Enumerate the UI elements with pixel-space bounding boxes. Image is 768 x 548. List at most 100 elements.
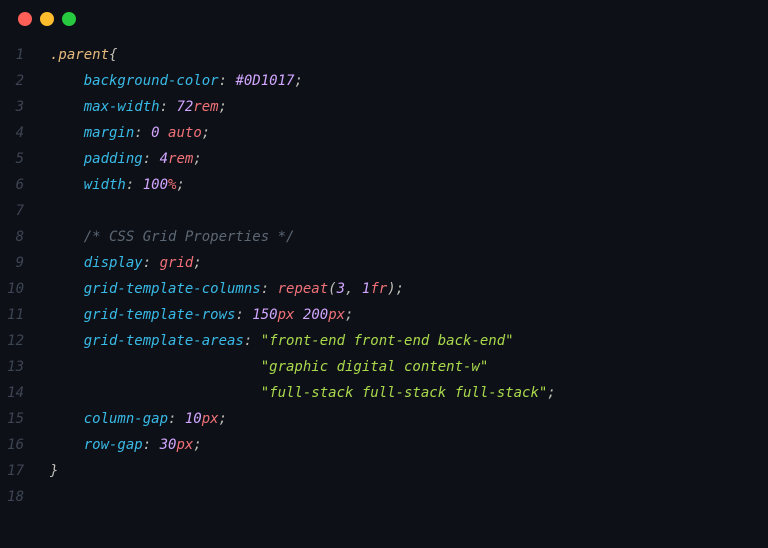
code-line: padding: 4rem; (50, 146, 768, 172)
token-punc: : (261, 281, 278, 297)
line-number: 3 (0, 94, 24, 120)
token-punc: : (143, 255, 160, 271)
editor-window: 123456789101112131415161718 .parent{ bac… (0, 0, 768, 548)
token-punc (50, 99, 84, 115)
code-line: background-color: #0D1017; (50, 68, 768, 94)
line-number: 7 (0, 198, 24, 224)
token-prop: background-color (84, 73, 219, 89)
code-line: grid-template-columns: repeat(3, 1fr); (50, 276, 768, 302)
token-punc: ; (219, 411, 227, 427)
minimize-icon[interactable] (40, 12, 54, 26)
token-punc: : (143, 151, 160, 167)
traffic-lights (0, 12, 768, 42)
code-line: /* CSS Grid Properties */ (50, 224, 768, 250)
token-selector: .parent (50, 47, 109, 63)
token-punc: ; (294, 73, 302, 89)
token-func: repeat (278, 281, 329, 297)
code-line: display: grid; (50, 250, 768, 276)
code-line: width: 100%; (50, 172, 768, 198)
token-punc: : (235, 307, 252, 323)
token-number: 4 (160, 151, 168, 167)
token-prop: margin (84, 125, 135, 141)
token-punc (50, 437, 84, 453)
line-number: 18 (0, 484, 24, 510)
line-number: 15 (0, 406, 24, 432)
token-prop: grid-template-rows (84, 307, 236, 323)
token-punc: ; (202, 125, 210, 141)
token-value-ident: auto (168, 125, 202, 141)
line-number: 17 (0, 458, 24, 484)
token-number: #0D1017 (235, 73, 294, 89)
line-number: 9 (0, 250, 24, 276)
code-area: 123456789101112131415161718 .parent{ bac… (0, 42, 768, 510)
token-number: 0 (151, 125, 159, 141)
token-punc: : (219, 73, 236, 89)
token-string: "graphic digital content-w" (261, 359, 489, 375)
token-punc: ; (193, 437, 201, 453)
token-punc: ; (396, 281, 404, 297)
token-punc (50, 359, 261, 375)
line-number: 5 (0, 146, 24, 172)
line-number: 12 (0, 328, 24, 354)
token-punc: ) (387, 281, 395, 297)
code-line: "graphic digital content-w" (50, 354, 768, 380)
token-unit: px (328, 307, 345, 323)
token-punc: ( (328, 281, 336, 297)
code-line: row-gap: 30px; (50, 432, 768, 458)
token-string: "front-end front-end back-end" (261, 333, 514, 349)
token-number: 150 (252, 307, 277, 323)
token-punc: ; (219, 99, 227, 115)
line-number: 16 (0, 432, 24, 458)
token-punc (50, 125, 84, 141)
maximize-icon[interactable] (62, 12, 76, 26)
token-punc: : (134, 125, 151, 141)
token-punc: ; (176, 177, 184, 193)
token-punc: { (109, 47, 117, 63)
token-punc: ; (193, 255, 201, 271)
token-number: 3 (337, 281, 345, 297)
token-prop: padding (84, 151, 143, 167)
token-punc: : (160, 99, 177, 115)
line-number: 10 (0, 276, 24, 302)
token-unit: px (176, 437, 193, 453)
token-punc (160, 125, 168, 141)
code-line: max-width: 72rem; (50, 94, 768, 120)
close-icon[interactable] (18, 12, 32, 26)
token-unit: rem (193, 99, 218, 115)
code-line (50, 484, 768, 510)
token-unit: px (278, 307, 295, 323)
code-line: "full-stack full-stack full-stack"; (50, 380, 768, 406)
token-punc: : (126, 177, 143, 193)
line-number: 1 (0, 42, 24, 68)
line-number: 2 (0, 68, 24, 94)
token-prop: grid-template-areas (84, 333, 244, 349)
token-punc (50, 385, 261, 401)
token-punc: : (143, 437, 160, 453)
token-punc (50, 411, 84, 427)
line-number: 4 (0, 120, 24, 146)
token-punc (50, 255, 84, 271)
token-prop: max-width (84, 99, 160, 115)
line-number: 14 (0, 380, 24, 406)
token-number: 30 (160, 437, 177, 453)
token-value-ident: grid (160, 255, 194, 271)
line-number: 13 (0, 354, 24, 380)
line-number: 11 (0, 302, 24, 328)
token-comment: /* CSS Grid Properties */ (84, 229, 295, 245)
token-punc (50, 229, 84, 245)
code-line: .parent{ (50, 42, 768, 68)
token-prop: display (84, 255, 143, 271)
token-prop: column-gap (84, 411, 168, 427)
token-punc (50, 73, 84, 89)
token-punc (294, 307, 302, 323)
token-punc: ; (193, 151, 201, 167)
line-number-gutter: 123456789101112131415161718 (0, 42, 38, 510)
token-unit: px (202, 411, 219, 427)
token-punc: : (168, 411, 185, 427)
token-number: 10 (185, 411, 202, 427)
token-number: 72 (176, 99, 193, 115)
code-content[interactable]: .parent{ background-color: #0D1017; max-… (38, 42, 768, 510)
token-punc (50, 281, 84, 297)
token-punc: } (50, 463, 58, 479)
token-prop: width (84, 177, 126, 193)
